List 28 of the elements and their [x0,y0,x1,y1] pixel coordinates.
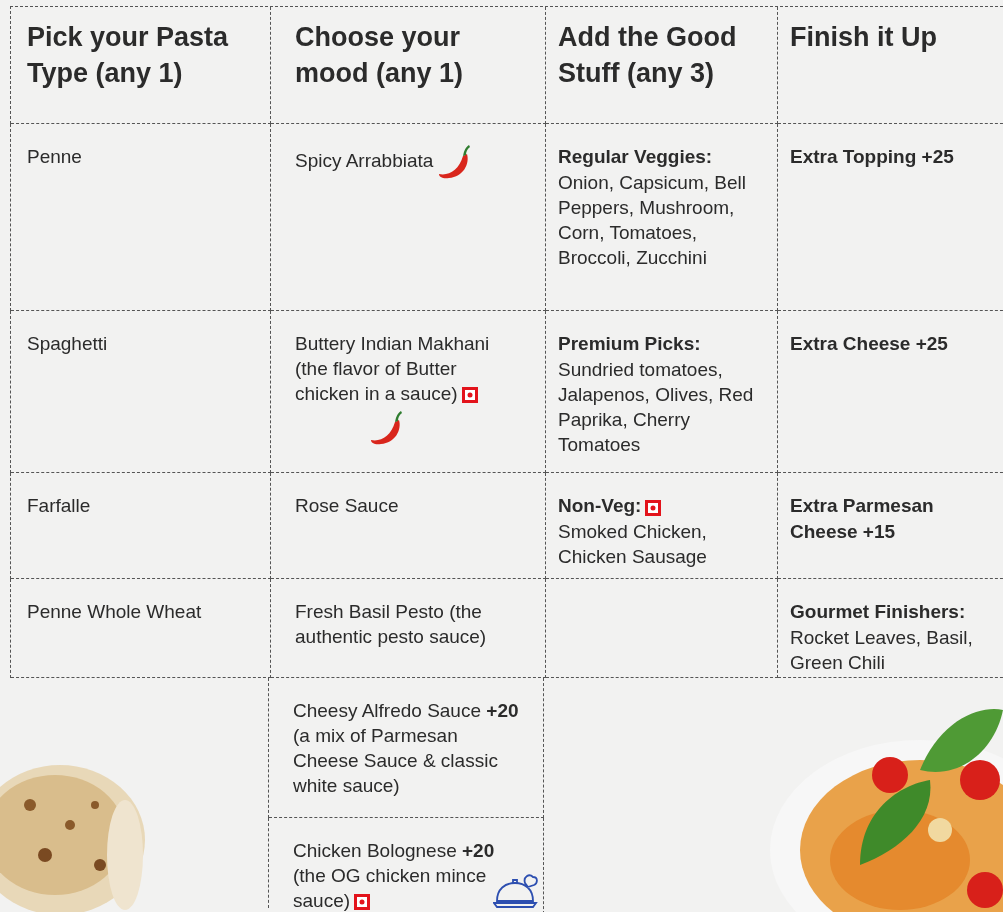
cell-heading: Extra Topping +25 [790,146,954,167]
column-heading: Add the Good Stuff (any 3) [558,21,738,90]
cell-text: Sundried tomatoes, Jalapenos, Olives, Red Paprika, Cherry Tomatoes [558,359,754,455]
cell-text: Cheesy Alfredo Sauce +20 (a mix of Parmesan Cheese Sauce & classic white sauce) [293,700,519,796]
cell-text: Penne [27,146,82,167]
chili-pepper-icon [437,144,472,180]
cell-text: Farfalle [27,495,91,516]
cell-text: Rocket Leaves, Basil, Green Chili [790,627,973,673]
cell-text: Penne Whole Wheat [27,601,202,622]
cell-text: Smoked Chicken, Chicken Sausage [558,521,707,567]
cell-heading: Non-Veg: [558,495,642,516]
cell-text: Spaghetti [27,333,108,354]
chili-pepper-icon [369,410,403,446]
cell-heading: Extra Cheese +25 [790,333,948,354]
column-heading: Finish it Up [790,21,938,54]
cell-heading: Premium Picks: [558,333,701,354]
chef-cloche-icon [493,873,539,909]
cell-text: Fresh Basil Pesto (the authentic pesto sauce) [295,601,487,647]
cell-text: Chicken Bolognese +20 (the OG chicken mince sauce) [293,840,495,911]
column-heading: Choose your mood (any 1) [295,21,464,90]
cell-text: Rose Sauce [295,495,399,516]
cell-text: Buttery Indian Makhani (the flavor of Butter chicken in a sauce) [295,333,490,404]
cell-heading: Gourmet Finishers: [790,601,966,622]
cell-heading: Extra Parmesan Cheese +15 [790,495,934,542]
cell-text: Onion, Capsicum, Bell Peppers, Mushroom, Corn, Tomatoes, Broccoli, Zucchini [558,172,746,268]
cell-text: Spicy Arrabbiata [295,149,434,173]
column-heading: Pick your Pasta Type (any 1) [27,21,230,90]
cell-heading: Regular Veggies: [558,146,713,167]
